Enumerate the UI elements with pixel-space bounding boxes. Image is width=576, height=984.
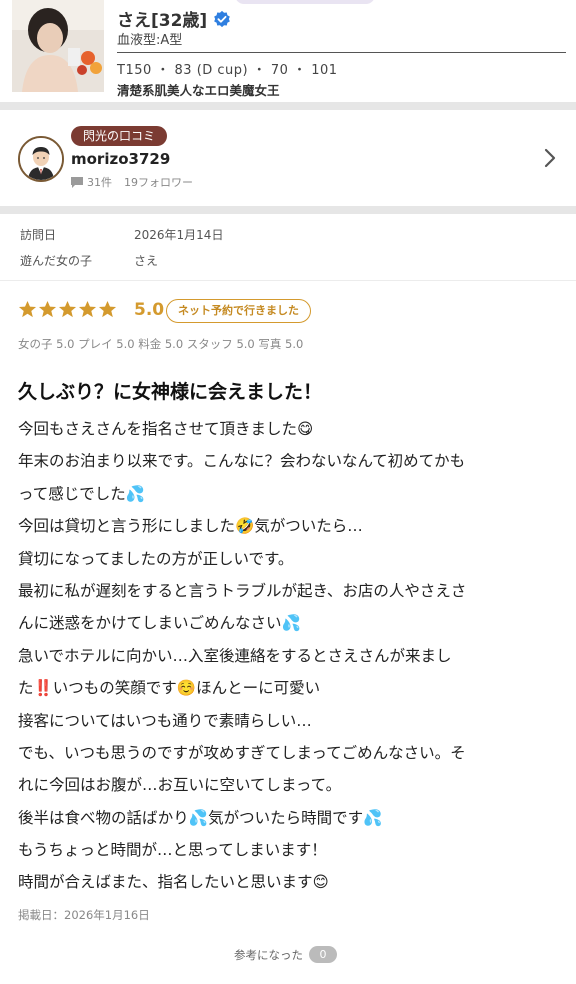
star-icon xyxy=(58,300,77,318)
review-line: れに今回はお腹が…お互いに空いてしまって。 xyxy=(18,776,342,795)
review-line: 年末のお泊まり以来です。こんなに？会わないなんて初めてかも xyxy=(18,452,466,471)
visit-date-row: 訪問日 2026年1月14日 xyxy=(20,226,223,243)
star-icon xyxy=(98,300,117,318)
review-line: って感じでした💦 xyxy=(18,484,146,503)
info-divider xyxy=(0,280,576,281)
review-line: 接客についてはいつも通りで素晴らしい… xyxy=(18,711,312,730)
star-icon xyxy=(38,300,57,318)
section-separator xyxy=(0,102,576,110)
review-line: 後半は食べ物の話ばかり💦気がついたら時間です💦 xyxy=(18,808,383,827)
review-body: 今回もさえさんを指名させて頂きました😋 年末のお泊まり以来です。こんなに？会わな… xyxy=(18,413,566,899)
visit-date-value: 2026年1月14日 xyxy=(134,228,224,242)
net-booking-badge: ネット予約で行きました xyxy=(166,299,311,323)
chevron-right-icon[interactable] xyxy=(544,148,556,168)
section-separator xyxy=(0,206,576,214)
visited-girl-row: 遊んだ女の子 さえ xyxy=(20,252,158,269)
rating-stars xyxy=(18,300,118,319)
star-icon xyxy=(18,300,37,318)
review-line: 時間が合えばまた、指名したいと思います😊 xyxy=(18,873,329,892)
verified-icon xyxy=(214,10,231,27)
review-line: でも、いつも思うのですが攻めすぎてしまってごめんなさい。そ xyxy=(18,743,466,762)
review-line: 今回もさえさんを指名させて頂きました😋 xyxy=(18,420,314,438)
helpful-label: 参考になった xyxy=(234,947,303,962)
cast-name-row: さえ[32歳] xyxy=(117,6,231,31)
review-line: た‼️いつもの笑顔です☺️ほんとーに可愛い xyxy=(18,679,321,698)
reviewer-review-count: 31件 xyxy=(87,176,112,189)
visited-girl-label: 遊んだ女の子 xyxy=(20,254,93,268)
review-line: 今回は貸切と言う形にしました🤣気がついたら… xyxy=(18,517,363,536)
posted-date: 掲載日：2026年1月16日 xyxy=(18,908,150,922)
cast-blood-type: 血液型:A型 xyxy=(117,33,183,48)
visit-date-label: 訪問日 xyxy=(20,228,57,242)
review-line: 最初に私が遅刻をすると言うトラブルが起き、お店の人やさえさ xyxy=(18,581,467,600)
cast-photo[interactable] xyxy=(12,0,104,92)
cast-header: さえ[32歳] 血液型:A型 T150 ・ 83 (D cup) ・ 70 ・ … xyxy=(0,0,576,102)
helpful-count: 0 xyxy=(309,946,337,963)
star-icon xyxy=(78,300,97,318)
review-line: んに迷惑をかけてしまいごめんなさい💦 xyxy=(18,614,301,633)
top-tab-pill[interactable] xyxy=(235,0,375,4)
rating-score: 5.0 xyxy=(134,300,165,320)
sub-scores: 女の子 5.0 プレイ 5.0 料金 5.0 スタッフ 5.0 写真 5.0 xyxy=(18,337,304,351)
review-title: 久しぶり？に女神様に会えました！ xyxy=(18,381,323,403)
review-line: 貸切になってましたの方が正しいです。 xyxy=(18,549,294,568)
reviewer-card[interactable]: 閃光の口コミ morizo3729 31件 19フォロワー xyxy=(0,110,576,206)
review-line: 急いでホテルに向かい…入室後連絡をするとさえさんが来まし xyxy=(18,646,452,665)
cast-catchphrase: 清楚系肌美人なエロ美魔女王 xyxy=(117,83,280,98)
comment-icon xyxy=(71,176,83,188)
reviewer-avatar xyxy=(18,136,64,182)
reviewer-follower-count: 19フォロワー xyxy=(124,176,193,189)
cast-name: さえ[32歳] xyxy=(117,11,208,31)
cast-sizes: T150 ・ 83 (D cup) ・ 70 ・ 101 xyxy=(117,63,338,78)
helpful-button[interactable]: 参考になった 0 xyxy=(234,946,337,963)
visited-girl-value: さえ xyxy=(134,254,159,268)
header-divider xyxy=(117,52,566,53)
reviewer-rank-badge: 閃光の口コミ xyxy=(71,126,168,146)
reviewer-name[interactable]: morizo3729 xyxy=(71,150,170,168)
reviewer-stats: 31件 19フォロワー xyxy=(71,174,193,190)
review-line: もうちょっと時間が…と思ってしまいます！ xyxy=(18,841,327,860)
